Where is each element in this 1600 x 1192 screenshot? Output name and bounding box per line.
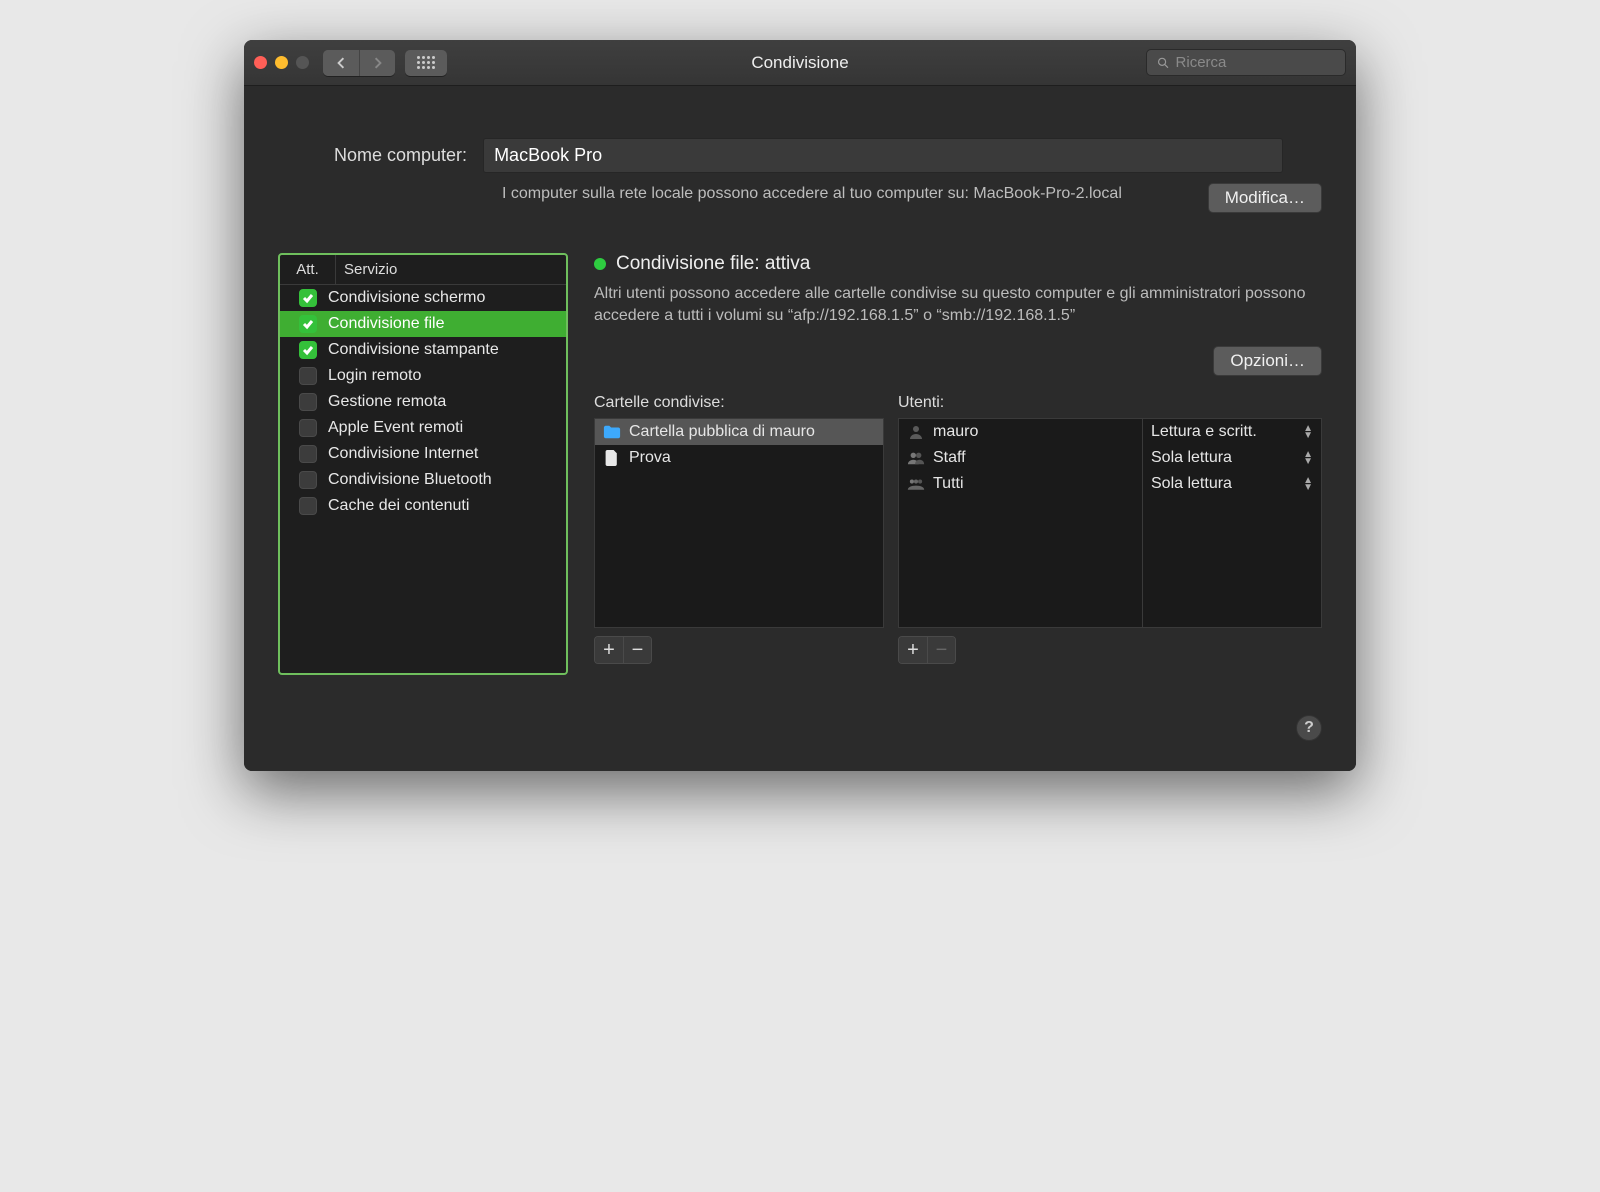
status-text: Condivisione file: attiva: [616, 253, 810, 275]
search-input[interactable]: [1176, 54, 1335, 71]
users-add-remove: + −: [898, 636, 956, 664]
users-list[interactable]: mauroStaffTutti Lettura e scritt.▲▼Sola …: [898, 418, 1322, 628]
titlebar: Condivisione: [244, 40, 1356, 86]
user-item[interactable]: Staff: [899, 445, 1142, 471]
service-label: Gestione remota: [328, 393, 558, 411]
user-name: Tutti: [933, 475, 964, 493]
services-list: Att. Servizio Condivisione schermo Condiv…: [278, 253, 568, 675]
back-button[interactable]: [323, 50, 359, 76]
computer-name-label: Nome computer:: [334, 145, 467, 166]
service-description: Altri utenti possono accedere alle carte…: [594, 283, 1322, 328]
service-checkbox[interactable]: [299, 289, 317, 307]
service-row-5[interactable]: Apple Event remoti: [280, 415, 566, 441]
nav-buttons: [323, 50, 395, 76]
service-label: Condivisione stampante: [328, 341, 558, 359]
service-row-3[interactable]: Login remoto: [280, 363, 566, 389]
users-column: Utenti: mauro Staff Tutti Lettura e scritt…: [898, 394, 1322, 664]
service-checkbox[interactable]: [299, 315, 317, 333]
service-label: Login remoto: [328, 367, 558, 385]
user-item[interactable]: Tutti: [899, 471, 1142, 497]
service-label: Apple Event remoti: [328, 419, 558, 437]
folder-name: Cartella pubblica di mauro: [629, 423, 815, 441]
service-row-4[interactable]: Gestione remota: [280, 389, 566, 415]
service-row-2[interactable]: Condivisione stampante: [280, 337, 566, 363]
search-field[interactable]: [1146, 49, 1346, 76]
edit-hostname-button[interactable]: Modifica…: [1208, 183, 1322, 213]
permission-selector[interactable]: Lettura e scritt. ▲▼: [1143, 419, 1321, 445]
service-checkbox[interactable]: [299, 445, 317, 463]
group-icon: [907, 476, 925, 492]
folder-name: Prova: [629, 449, 671, 467]
sharing-preferences-window: Condivisione Nome computer: I computer s…: [244, 40, 1356, 771]
shared-folders-column: Cartelle condivise: Cartella pubblica di…: [594, 394, 884, 664]
users-label: Utenti:: [898, 394, 1322, 412]
service-label: Condivisione Internet: [328, 445, 558, 463]
search-icon: [1157, 56, 1170, 70]
add-folder-button[interactable]: +: [595, 637, 623, 663]
minimize-window-button[interactable]: [275, 56, 288, 69]
service-label: Condivisione schermo: [328, 289, 558, 307]
service-label: Cache dei contenuti: [328, 497, 558, 515]
service-checkbox[interactable]: [299, 471, 317, 489]
forward-button[interactable]: [359, 50, 395, 76]
services-header: Att. Servizio: [280, 255, 566, 285]
users-icon: [907, 450, 925, 466]
stepper-icon: ▲▼: [1303, 451, 1313, 465]
stepper-icon: ▲▼: [1303, 477, 1313, 491]
options-button[interactable]: Opzioni…: [1213, 346, 1322, 376]
service-row-6[interactable]: Condivisione Internet: [280, 441, 566, 467]
folder-item[interactable]: Cartella pubblica di mauro: [595, 419, 883, 445]
user-name: mauro: [933, 423, 978, 441]
content-area: Nome computer: I computer sulla rete loc…: [244, 86, 1356, 771]
stepper-icon: ▲▼: [1303, 425, 1313, 439]
show-all-button[interactable]: [405, 50, 447, 76]
service-checkbox[interactable]: [299, 367, 317, 385]
user-item[interactable]: mauro: [899, 419, 1142, 445]
help-button[interactable]: ?: [1296, 715, 1322, 741]
user-icon: [907, 424, 925, 440]
permission-selector[interactable]: Sola lettura ▲▼: [1143, 445, 1321, 471]
service-label: Condivisione file: [328, 315, 558, 333]
shared-folders-list[interactable]: Cartella pubblica di mauro Prova: [594, 418, 884, 628]
zoom-window-button[interactable]: [296, 56, 309, 69]
service-label: Condivisione Bluetooth: [328, 471, 558, 489]
remove-user-button[interactable]: −: [927, 637, 955, 663]
close-window-button[interactable]: [254, 56, 267, 69]
service-detail: Condivisione file: attiva Altri utenti p…: [594, 253, 1322, 675]
window-controls: [254, 56, 309, 69]
file-icon: [603, 450, 621, 466]
service-checkbox[interactable]: [299, 497, 317, 515]
computer-name-input[interactable]: [483, 138, 1283, 173]
service-row-1[interactable]: Condivisione file: [280, 311, 566, 337]
permission-value: Sola lettura: [1151, 475, 1232, 493]
service-row-8[interactable]: Cache dei contenuti: [280, 493, 566, 519]
status-indicator-icon: [594, 258, 606, 270]
computer-name-subtext: I computer sulla rete locale possono acc…: [502, 183, 1142, 205]
permission-value: Sola lettura: [1151, 449, 1232, 467]
permission-value: Lettura e scritt.: [1151, 423, 1257, 441]
service-row-7[interactable]: Condivisione Bluetooth: [280, 467, 566, 493]
folders-add-remove: + −: [594, 636, 652, 664]
folder-item[interactable]: Prova: [595, 445, 883, 471]
service-checkbox[interactable]: [299, 419, 317, 437]
user-name: Staff: [933, 449, 966, 467]
column-service: Servizio: [336, 255, 566, 284]
service-checkbox[interactable]: [299, 341, 317, 359]
grid-icon: [417, 56, 435, 69]
folder-icon: [603, 424, 621, 440]
remove-folder-button[interactable]: −: [623, 637, 651, 663]
service-checkbox[interactable]: [299, 393, 317, 411]
shared-folders-label: Cartelle condivise:: [594, 394, 884, 412]
add-user-button[interactable]: +: [899, 637, 927, 663]
column-active: Att.: [280, 255, 336, 284]
permission-selector[interactable]: Sola lettura ▲▼: [1143, 471, 1321, 497]
service-row-0[interactable]: Condivisione schermo: [280, 285, 566, 311]
computer-name-row: Nome computer:: [334, 138, 1322, 173]
